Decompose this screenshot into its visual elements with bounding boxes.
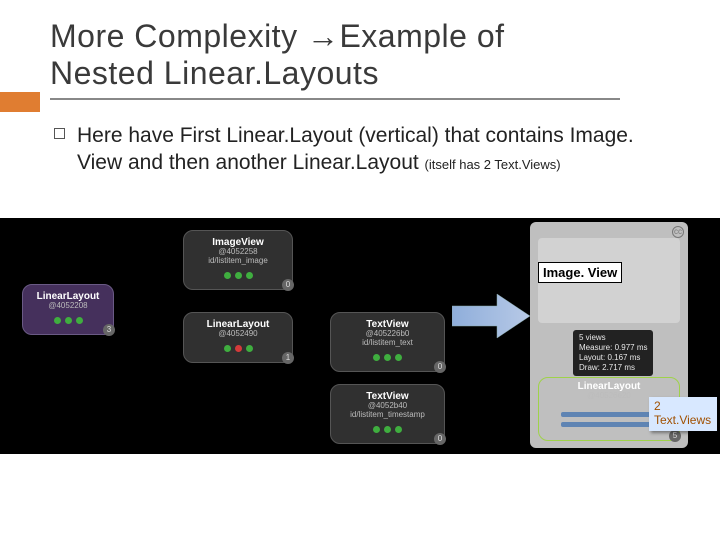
title-line1a: More Complexity xyxy=(50,18,307,54)
perf-layout: Layout: 0.167 ms xyxy=(579,353,647,363)
perf-views: 5 views xyxy=(579,333,647,343)
title-line2: Nested Linear.Layouts xyxy=(50,55,379,91)
callout-n: 2 xyxy=(654,399,661,413)
traffic-dots xyxy=(31,317,105,324)
count-badge: 1 xyxy=(282,352,294,364)
count-badge: 0 xyxy=(434,361,446,373)
arrow-icon xyxy=(452,286,532,346)
bullet-icon xyxy=(54,128,65,139)
slide-title: More Complexity →Example of Nested Linea… xyxy=(50,18,690,92)
perf-draw: Draw: 2.717 ms xyxy=(579,363,647,373)
perf-measure: Measure: 0.977 ms xyxy=(579,343,647,353)
title-line1b: Example of xyxy=(339,18,504,54)
node-root-sub: @4052208 xyxy=(31,302,105,311)
title-area: More Complexity →Example of Nested Linea… xyxy=(0,0,720,100)
count-badge: 5 xyxy=(669,430,681,442)
count-badge: 0 xyxy=(282,279,294,291)
node-root: LinearLayout @4052208 3 xyxy=(22,284,114,335)
node-tv2-sub2: id/listitem_timestamp xyxy=(339,411,436,420)
node-inner-sub: @4052490 xyxy=(192,330,284,339)
count-badge: 0 xyxy=(434,433,446,445)
bullet-text: Here have First Linear.Layout (vertical)… xyxy=(77,122,670,177)
imageview-label: Image. View xyxy=(538,262,622,283)
node-tv1-sub2: id/listitem_text xyxy=(339,339,436,348)
count-badge: 3 xyxy=(103,324,115,336)
node-img-sub2: id/listitem_image xyxy=(192,257,284,266)
callout-textviews: 2 Text.Views xyxy=(649,397,717,431)
accent-block xyxy=(0,92,40,112)
body-area: Here have First Linear.Layout (vertical)… xyxy=(0,100,720,177)
node-inner: LinearLayout @4052490 1 xyxy=(183,312,293,363)
node-tv2: TextView @4052b40 id/listitem_timestamp … xyxy=(330,384,445,444)
diagram-area: LinearLayout @4052208 3 ImageView @40522… xyxy=(0,218,720,454)
arrow-icon: → xyxy=(307,18,340,54)
callout-t: Text.Views xyxy=(654,413,711,427)
bullet-sub: (itself has 2 Text.Views) xyxy=(425,157,561,172)
node-imageview: ImageView @4052258 id/listitem_image 0 xyxy=(183,230,293,290)
node-tv1: TextView @405226b0 id/listitem_text 0 xyxy=(330,312,445,372)
perf-box: 5 views Measure: 0.977 ms Layout: 0.167 … xyxy=(573,330,653,376)
cc-icon: cc xyxy=(672,226,684,238)
bullet-row: Here have First Linear.Layout (vertical)… xyxy=(54,122,670,177)
